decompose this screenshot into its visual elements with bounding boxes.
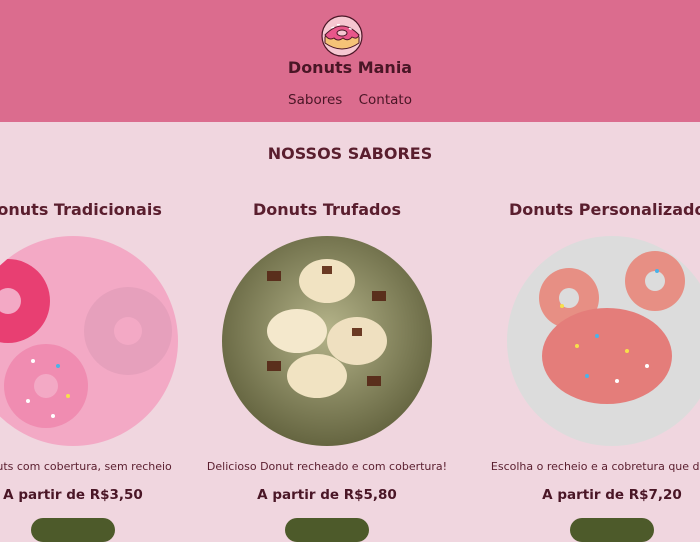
card-title: Donuts Personalizados (508, 200, 700, 219)
site-brand[interactable]: Donuts Mania (0, 58, 700, 77)
order-button[interactable] (570, 518, 654, 542)
order-button[interactable] (285, 518, 369, 542)
card-image-mouse-donut (507, 236, 700, 446)
product-card-tradicionais: Donuts Tradicionais Donuts com cobertura… (0, 200, 203, 542)
card-image-pink-donuts (0, 236, 178, 446)
nav-link-contato[interactable]: Contato (359, 92, 412, 108)
nav-link-sabores[interactable]: Sabores (288, 92, 342, 108)
site-header: Donuts Mania Sabores Contato (0, 0, 700, 122)
product-card-trufados: Donuts Trufados Delicioso Donut recheado… (197, 200, 457, 542)
product-card-personalizados: Donuts Personalizados Escolha o recheio … (482, 200, 700, 542)
order-button[interactable] (31, 518, 115, 542)
donut-logo-icon[interactable] (321, 15, 363, 57)
card-description: Donuts com cobertura, sem recheio (0, 460, 172, 473)
card-description: Escolha o recheio e a cobretura que dese… (490, 460, 700, 473)
card-title: Donuts Tradicionais (0, 200, 162, 219)
card-description: Delicioso Donut recheado e com cobertura… (206, 460, 448, 473)
card-price: A partir de R$7,20 (542, 487, 682, 503)
card-price: A partir de R$5,80 (257, 487, 397, 503)
section-title: NOSSOS SABORES (267, 144, 433, 163)
card-price: A partir de R$3,50 (3, 487, 143, 503)
main-nav: Sabores Contato (0, 92, 700, 108)
card-title: Donuts Trufados (253, 200, 401, 219)
card-image-truffle-donuts (222, 236, 432, 446)
